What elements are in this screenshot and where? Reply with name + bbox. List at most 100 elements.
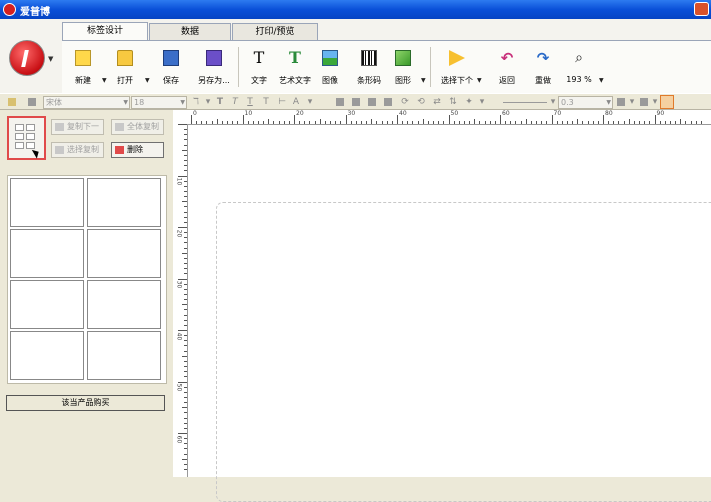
rotate-icon[interactable]: ⟳ — [400, 97, 410, 107]
ruler-tick — [417, 121, 419, 124]
ruler-tick — [407, 121, 409, 124]
ruler-tick — [178, 278, 187, 280]
label-cell[interactable] — [87, 178, 161, 227]
layer-front-icon[interactable] — [617, 98, 625, 106]
chevron-down-icon[interactable]: ▾ — [627, 97, 637, 107]
bold-icon[interactable]: T — [215, 97, 225, 107]
effect-icon[interactable]: ✦ — [464, 97, 474, 107]
app-menu-button[interactable] — [9, 40, 45, 76]
ruler-label: 30 — [347, 110, 356, 117]
ruler-tick — [182, 355, 187, 357]
label-outline[interactable] — [216, 202, 711, 502]
ruler-tick — [196, 121, 198, 124]
flip-icon[interactable]: ⇄ — [432, 97, 442, 107]
ruler-tick — [309, 121, 311, 124]
design-canvas[interactable]: 0 10 20 30 40 50 60 70 80 90 10 20 30 40 50 60 — [173, 110, 711, 502]
label-cell[interactable] — [10, 331, 84, 380]
underline-icon[interactable]: T — [245, 97, 255, 107]
save-as-label: 另存为... — [198, 76, 230, 85]
chevron-down-icon[interactable]: ▾ — [203, 97, 213, 107]
ruler-tick — [391, 121, 393, 124]
align-center-icon[interactable] — [352, 98, 360, 106]
copy-selected-button[interactable]: 选择复制 — [51, 142, 104, 158]
ruler-tick — [515, 121, 517, 124]
select-next-label: 选择下个 — [441, 76, 473, 85]
chevron-down-icon[interactable]: ▾ — [650, 97, 660, 107]
zoom-dropdown-arrow-icon[interactable]: ▼ — [599, 77, 604, 84]
ruler-label: 50 — [450, 110, 459, 117]
tab-data[interactable]: 数据 — [149, 23, 231, 40]
select-next-button[interactable]: 选择下个 — [436, 47, 478, 89]
select-next-dropdown-arrow-icon[interactable]: ▼ — [477, 77, 482, 84]
label-cell[interactable] — [87, 229, 161, 278]
open-button[interactable]: 打开 — [104, 47, 146, 89]
ruler-tick — [536, 121, 538, 124]
zoom-button[interactable]: ⌕ 193 % — [558, 47, 600, 89]
ruler-tick — [184, 232, 187, 234]
buy-product-button[interactable]: 该当产品购买 — [6, 395, 165, 411]
chevron-down-icon[interactable]: ▾ — [548, 97, 558, 107]
ruler-tick — [664, 121, 666, 124]
chevron-down-icon[interactable]: ▾ — [305, 97, 315, 107]
image-label: 图像 — [322, 76, 338, 85]
open-dropdown-arrow-icon[interactable]: ▼ — [145, 77, 150, 84]
tab-label-design[interactable]: 标签设计 — [62, 22, 148, 41]
shape-dropdown-arrow-icon[interactable]: ▼ — [421, 77, 426, 84]
ruler-tick — [304, 121, 306, 124]
font-family-combo[interactable]: 宋体 ▼ — [43, 96, 130, 109]
char-spacing-icon[interactable]: ⊢ — [277, 97, 287, 107]
ruler-tick — [644, 121, 646, 124]
chevron-down-icon[interactable]: ▾ — [477, 97, 487, 107]
page-icon[interactable] — [8, 98, 16, 106]
line-style-icon[interactable] — [503, 102, 547, 103]
ruler-tick — [184, 283, 187, 285]
text-format-icon[interactable]: A — [291, 97, 301, 107]
delete-button[interactable]: 删除 — [111, 142, 164, 158]
ruler-tick — [700, 121, 702, 124]
shape-label: 图形 — [395, 76, 411, 85]
tab-print-preview[interactable]: 打印/预览 — [232, 23, 318, 40]
text-size-icon[interactable]: ℸ — [191, 97, 201, 107]
align-right-icon[interactable] — [368, 98, 376, 106]
ruler-tick — [184, 206, 187, 208]
save-as-button[interactable]: 另存为... — [193, 47, 235, 89]
chevron-down-icon: ▼ — [606, 99, 611, 106]
chevron-down-icon[interactable]: ▼ — [48, 55, 53, 63]
label-cell[interactable] — [10, 229, 84, 278]
italic-icon[interactable]: T — [230, 97, 240, 107]
label-cell[interactable] — [87, 280, 161, 329]
label-cell[interactable] — [87, 331, 161, 380]
close-button[interactable] — [694, 2, 709, 16]
toggle-selected-icon[interactable] — [660, 95, 674, 109]
ruler-tick — [184, 242, 187, 244]
layer-back-icon[interactable] — [640, 98, 648, 106]
new-button[interactable]: 新建 — [62, 47, 104, 89]
ruler-tick — [294, 115, 295, 124]
copy-all-button[interactable]: 全体复制 — [111, 119, 164, 135]
align-justify-icon[interactable] — [384, 98, 392, 106]
copy-next-button[interactable]: 复制下一 — [51, 119, 104, 135]
label-cell[interactable] — [10, 178, 84, 227]
font-size-combo[interactable]: 18 ▼ — [131, 96, 187, 109]
ruler-tick — [201, 121, 203, 124]
save-button[interactable]: 保存 — [150, 47, 192, 89]
mirror-icon[interactable]: ⇅ — [448, 97, 458, 107]
ruler-tick — [242, 115, 244, 124]
ruler-tick — [675, 121, 677, 124]
strikethrough-icon[interactable]: T — [261, 97, 271, 107]
image-button[interactable]: 图像 — [309, 47, 351, 89]
ruler-label: 20 — [175, 229, 183, 237]
ruler-tick — [314, 121, 316, 124]
ruler-tick — [184, 360, 187, 362]
ruler-tick — [520, 121, 522, 124]
label-cell[interactable] — [10, 280, 84, 329]
lock-icon[interactable] — [28, 98, 36, 106]
line-width-combo[interactable]: 0.3 ▼ — [558, 96, 613, 109]
app-icon[interactable] — [3, 3, 16, 16]
rotate-icon[interactable]: ⟲ — [416, 97, 426, 107]
ruler-tick — [184, 268, 187, 270]
shape-button[interactable]: 图形 — [382, 47, 424, 89]
arrow-right-icon — [449, 50, 465, 66]
ruler-tick — [182, 458, 187, 460]
align-left-icon[interactable] — [336, 98, 344, 106]
